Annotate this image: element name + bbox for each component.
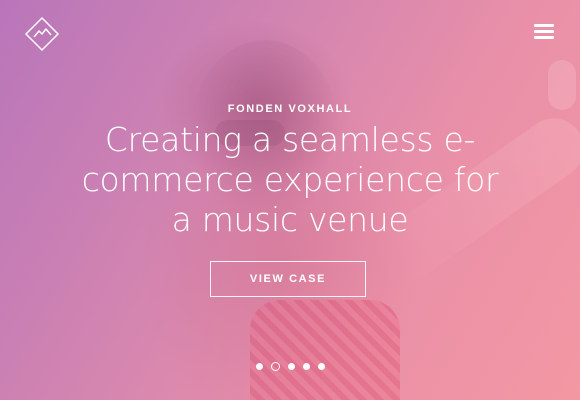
hamburger-menu-icon[interactable] bbox=[534, 24, 554, 42]
view-case-button[interactable]: VIEW CASE bbox=[210, 261, 366, 297]
carousel-dot[interactable] bbox=[317, 363, 325, 370]
menu-bar-middle bbox=[534, 30, 554, 33]
menu-bar-top bbox=[534, 24, 554, 27]
carousel-dot[interactable] bbox=[287, 363, 295, 370]
carousel-pagination bbox=[0, 362, 580, 371]
carousel-dot[interactable] bbox=[302, 363, 310, 370]
carousel-dot-active[interactable] bbox=[270, 362, 280, 371]
hero-section: FONDEN VOXHALL Creating a seamless e-com… bbox=[0, 0, 580, 400]
menu-bar-bottom bbox=[534, 36, 554, 39]
logo-icon[interactable] bbox=[24, 16, 60, 52]
carousel-dot[interactable] bbox=[255, 363, 263, 370]
hero-headline: Creating a seamless e-commerce experienc… bbox=[81, 120, 499, 239]
project-client-label: FONDEN VOXHALL bbox=[227, 103, 353, 115]
